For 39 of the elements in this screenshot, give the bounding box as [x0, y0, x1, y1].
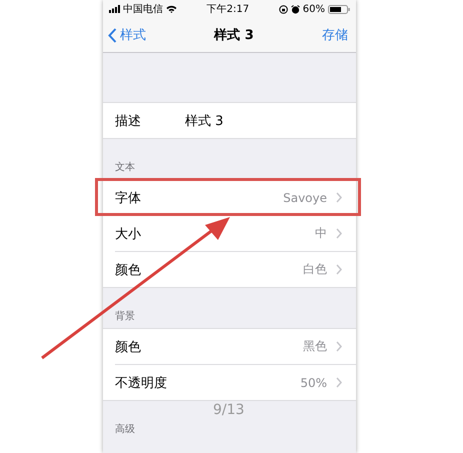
chevron-icon — [336, 341, 342, 352]
row-value: 50% — [300, 376, 327, 390]
alarm-icon — [290, 4, 300, 14]
row-label: 字体 — [115, 190, 141, 206]
page-counter: 9/13 — [213, 402, 244, 418]
wifi-icon — [166, 5, 177, 13]
battery-percentage: 60% — [302, 4, 325, 14]
row-label: 大小 — [115, 226, 141, 242]
section-header: 高级 — [115, 422, 135, 436]
chevron-icon — [336, 264, 342, 275]
rotation-lock-icon — [278, 4, 288, 14]
settings-row[interactable]: 不透明度 50% — [103, 365, 356, 400]
chevron-icon — [336, 192, 342, 203]
save-button[interactable]: 存储 — [322, 26, 348, 44]
battery-icon — [328, 4, 350, 14]
row-label: 描述 — [115, 112, 141, 130]
row-value: Savoye — [283, 190, 327, 204]
settings-row[interactable]: 颜色 白色 — [103, 252, 356, 287]
back-chevron-icon — [108, 28, 117, 42]
row-value: 黑色 — [303, 338, 327, 355]
settings-row[interactable]: 字体 Savoye — [103, 180, 356, 215]
signal-icon — [109, 5, 120, 13]
chevron-icon — [336, 228, 342, 239]
carrier-name: 中国电信 — [123, 2, 163, 16]
nav-title: 样式 3 — [214, 27, 254, 44]
settings-row[interactable]: 颜色 黑色 — [103, 329, 356, 364]
settings-row[interactable]: 描述 样式 3 — [103, 103, 356, 138]
row-value: 白色 — [303, 261, 327, 278]
status-time: 下午2:17 — [206, 3, 250, 16]
chevron-icon — [336, 377, 342, 388]
row-label: 不透明度 — [115, 374, 167, 392]
row-label: 颜色 — [115, 338, 141, 356]
back-button[interactable]: 样式 — [108, 26, 146, 44]
settings-row[interactable]: 大小 中 — [103, 216, 356, 251]
row-value: 中 — [315, 225, 327, 242]
section-header: 文本 — [115, 160, 135, 174]
row-value: 样式 3 — [185, 112, 224, 130]
row-label: 颜色 — [115, 262, 141, 278]
section-header: 背景 — [115, 310, 135, 323]
